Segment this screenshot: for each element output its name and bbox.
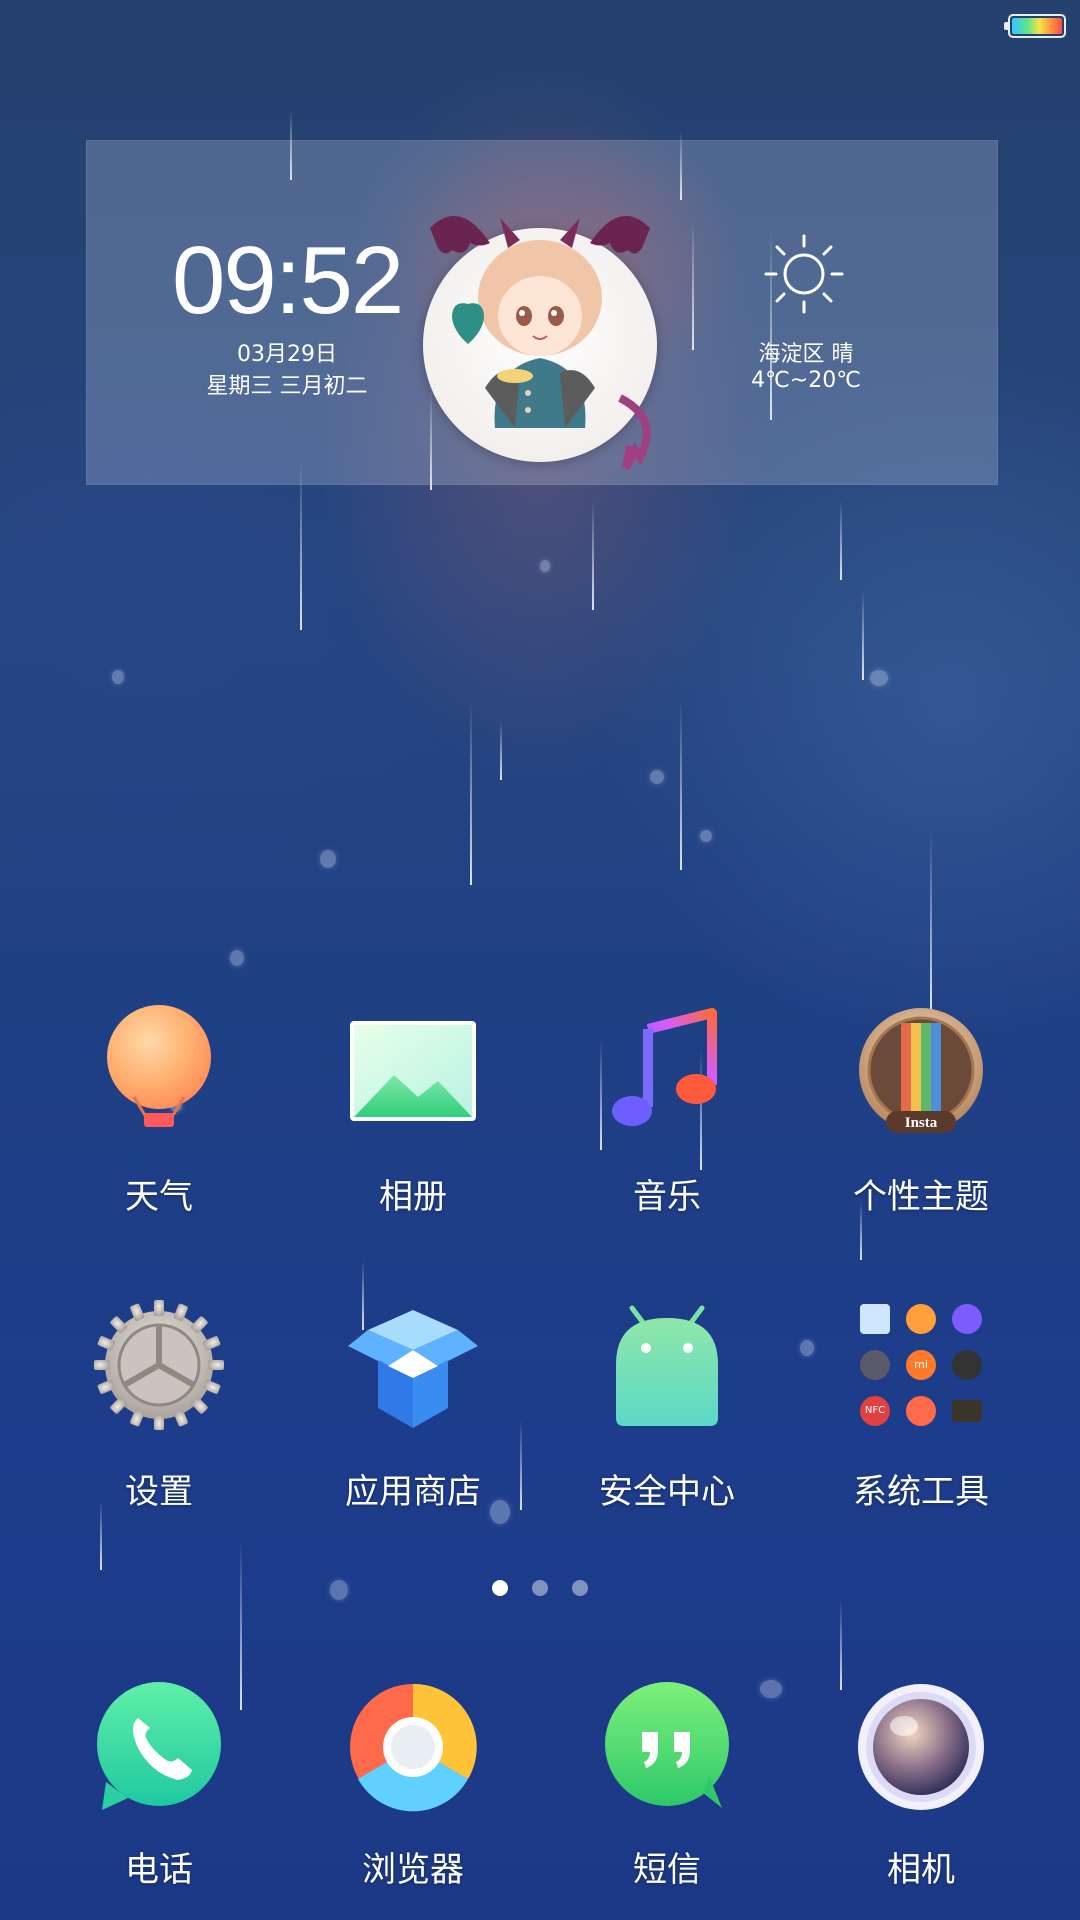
browser-icon [350,1683,477,1812]
tools-folder-icon: mi NFC [856,1300,986,1430]
app-label: 系统工具 [853,1472,989,1512]
character-avatar [423,216,657,470]
balloon-icon [107,1005,211,1127]
app-security-center[interactable]: 安全中心 [540,1300,794,1530]
app-label: 电话 [125,1850,193,1890]
contacts-mini-icon [860,1304,890,1334]
app-label: 短信 [633,1850,701,1890]
camera-icon [858,1684,984,1810]
android-icon [616,1305,718,1426]
toolbox-mini-icon [906,1396,936,1426]
gear-icon [94,1300,224,1430]
app-label: 相机 [887,1850,955,1890]
theme-badge: Insta [904,1115,938,1131]
app-gallery[interactable]: 相册 [286,1005,540,1235]
smile-mini-icon [906,1304,936,1334]
music-note-icon [612,1008,717,1126]
dock-phone[interactable]: 电话 [32,1682,286,1912]
weather-temperature: 4℃~20℃ [751,368,861,393]
page-dot-1[interactable] [492,1580,508,1596]
calc-mini-icon [860,1350,890,1380]
app-weather[interactable]: 天气 [32,1005,286,1235]
message-icon [605,1682,729,1808]
app-label: 浏览器 [362,1850,464,1890]
sun-icon [764,234,844,314]
app-music[interactable]: 音乐 [540,1005,794,1235]
dock-messages[interactable]: 短信 [540,1682,794,1912]
weather-location: 海淀区 晴 [758,342,854,367]
dock-camera[interactable]: 相机 [794,1682,1048,1912]
app-label: 天气 [125,1177,193,1217]
battery-level-fill [1012,18,1062,34]
dock-browser[interactable]: 浏览器 [286,1682,540,1912]
app-themes[interactable]: Insta 个性主题 [794,1005,1048,1235]
app-label: 个性主题 [853,1177,989,1217]
clock-weather-widget[interactable]: 09:52 03月29日 星期三 三月初二 海淀区 晴 4℃~20℃ [86,140,998,485]
app-settings[interactable]: 设置 [32,1300,286,1530]
page-dot-2[interactable] [532,1580,548,1596]
gallery-icon [350,1021,476,1121]
mi-mini-icon: mi [906,1350,936,1380]
battery-icon [1004,14,1066,38]
phone-icon [97,1682,221,1810]
app-label: 相册 [379,1177,447,1217]
app-label: 应用商店 [345,1472,481,1512]
devil-character-illustration [430,216,651,470]
app-label: 设置 [125,1472,193,1512]
mic-mini-icon [952,1304,982,1334]
wallet-mini-icon [952,1400,982,1422]
lens-mini-icon [952,1350,982,1380]
app-system-tools-folder[interactable]: mi NFC 系统工具 [794,1300,1048,1530]
nfc-mini-icon: NFC [860,1396,890,1426]
home-screen: 09:52 03月29日 星期三 三月初二 海淀区 晴 4℃~20℃ 天气 相册… [0,0,1080,1920]
page-indicator[interactable] [0,1580,1080,1600]
clock-time: 09:52 [172,227,404,334]
app-label: 安全中心 [599,1472,735,1512]
app-store-box-icon [348,1310,478,1428]
weekday-lunar-text: 星期三 三月初二 [206,374,368,399]
app-label: 音乐 [633,1177,701,1217]
app-store[interactable]: 应用商店 [286,1300,540,1530]
page-dot-3[interactable] [572,1580,588,1596]
date-text: 03月29日 [237,342,337,367]
